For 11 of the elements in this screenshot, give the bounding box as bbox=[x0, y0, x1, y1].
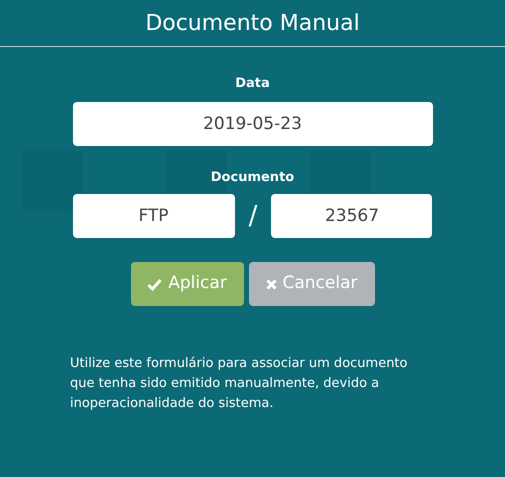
number-field[interactable]: 23567 bbox=[271, 194, 432, 238]
faded-thumbnail bbox=[23, 151, 83, 211]
check-icon bbox=[147, 278, 162, 290]
date-field[interactable]: 2019-05-23 bbox=[72, 102, 432, 146]
series-field[interactable]: FTP bbox=[72, 194, 234, 238]
close-icon bbox=[266, 278, 276, 290]
separator: / bbox=[248, 200, 258, 232]
dialog-title: Documento Manual bbox=[145, 10, 360, 38]
info-paragraph: Utilize este formulário para associar um documento que tenha sido emitido manualmente, devido a inoperacionalidade do sistema. bbox=[70, 355, 408, 413]
field-label: Documento bbox=[210, 168, 294, 186]
field-label: Data bbox=[235, 75, 270, 93]
